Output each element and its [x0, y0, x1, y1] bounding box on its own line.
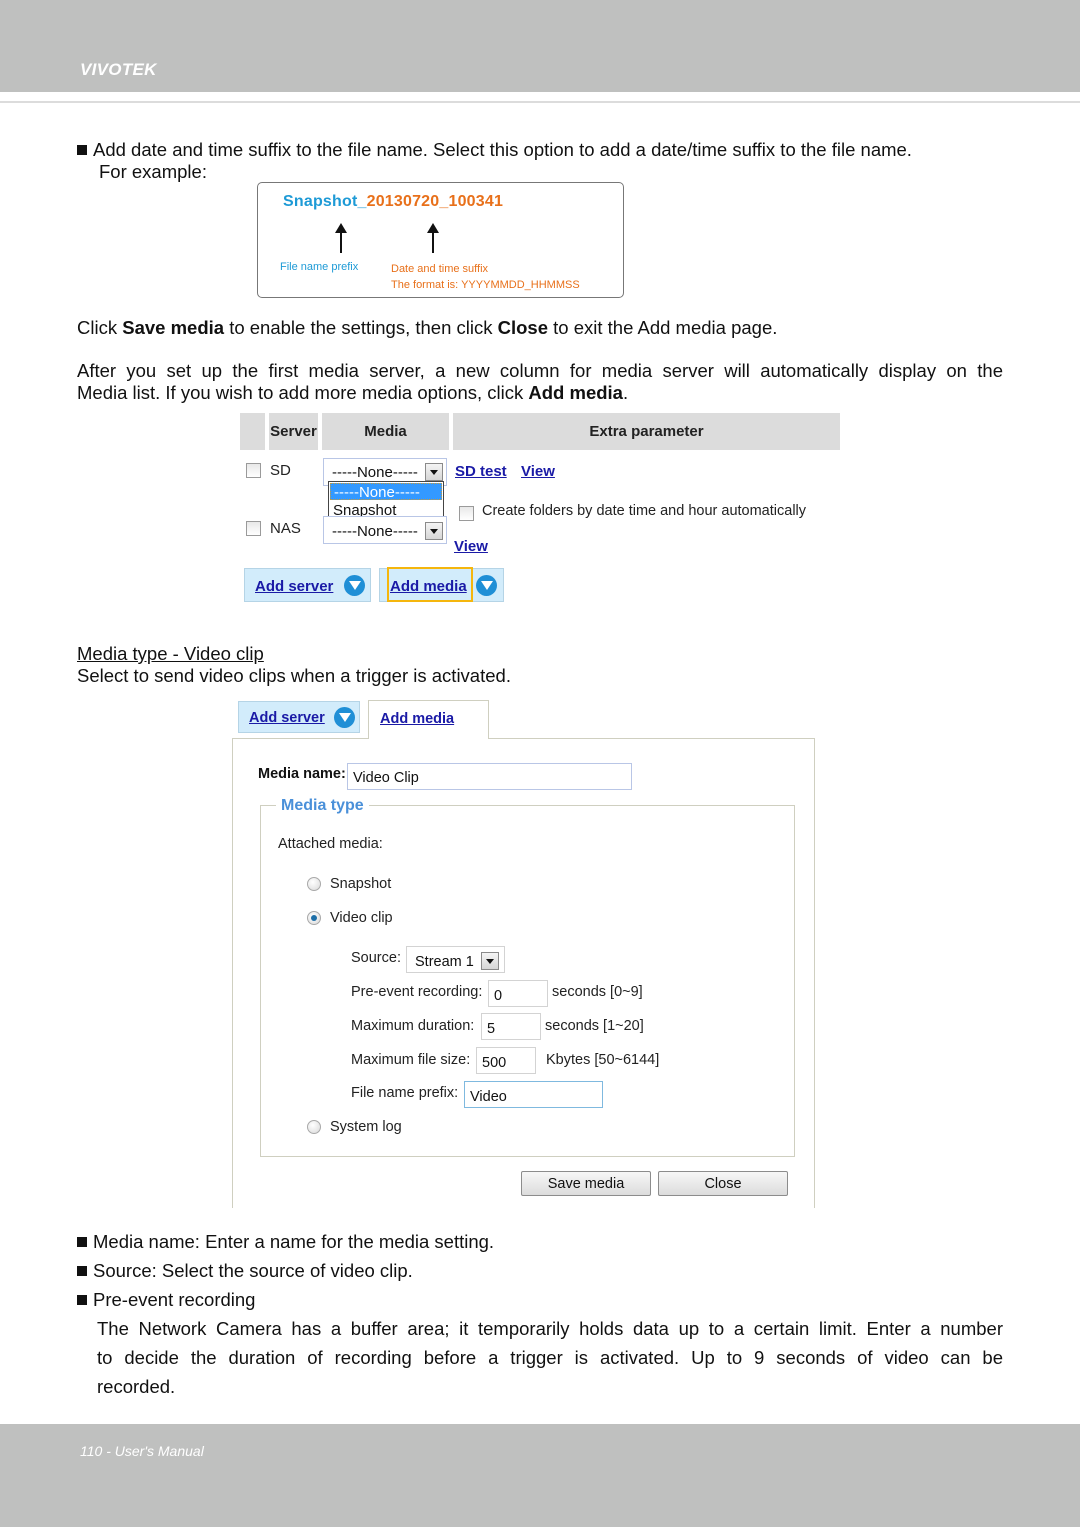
media-type-legend: Media type	[276, 797, 369, 815]
pre-event-label: Pre-event recording:	[351, 984, 483, 1000]
max-file-size-label: Maximum file size:	[351, 1052, 471, 1068]
create-folders-label: Create folders by date time and hour aut…	[482, 503, 807, 519]
pre-event-unit: seconds [0~9]	[552, 984, 643, 1000]
radio-video-clip-label: Video clip	[330, 910, 393, 926]
bullet-icon	[77, 1237, 87, 1247]
nas-media-select[interactable]: -----None-----	[323, 516, 447, 544]
save-media-button[interactable]: Save media	[521, 1171, 651, 1196]
pre-event-para-line3: recorded.	[97, 1376, 176, 1397]
add-media-highlight	[387, 567, 473, 602]
after-setup-line2: Media list. If you wish to add more medi…	[77, 382, 629, 403]
max-duration-input[interactable]: 5	[481, 1013, 541, 1040]
header-divider	[0, 101, 1080, 103]
note-source: Source: Select the source of video clip.	[77, 1260, 413, 1282]
sd-checkbox[interactable]	[246, 463, 261, 478]
section-title: Media type - Video clip	[77, 643, 264, 664]
chevron-down-icon[interactable]	[425, 522, 443, 540]
column-header-select	[240, 413, 265, 450]
pre-event-para-line1: The Network Camera has a buffer area; it…	[97, 1318, 1003, 1339]
file-name-prefix-label: File name prefix:	[351, 1085, 459, 1101]
max-file-size-unit: Kbytes [50~6144]	[546, 1052, 660, 1068]
sd-view-link[interactable]: View	[521, 463, 555, 480]
pre-event-para-line2: to decide the duration of recording befo…	[97, 1347, 1003, 1368]
intro-bullet: Add date and time suffix to the file nam…	[77, 139, 1007, 161]
bullet-icon	[77, 1266, 87, 1276]
note-pre-event: Pre-event recording	[77, 1289, 255, 1311]
prefix-label: File name prefix	[280, 261, 359, 273]
chevron-down-circle-icon[interactable]	[344, 575, 365, 596]
media-dropdown-list[interactable]: -----None----- Snapshot	[328, 481, 444, 520]
close-button[interactable]: Close	[658, 1171, 788, 1196]
nas-view-link[interactable]: View	[454, 538, 488, 555]
add-server-button[interactable]: Add server	[244, 568, 371, 602]
attached-media-label: Attached media:	[278, 836, 383, 852]
max-duration-label: Maximum duration:	[351, 1018, 475, 1034]
filename-example-box: Snapshot_20130720_100341 File name prefi…	[257, 182, 624, 298]
arrow-up-icon	[335, 223, 347, 253]
after-setup-line1: After you set up the first media server,…	[77, 360, 1003, 381]
chevron-down-circle-icon[interactable]	[476, 575, 497, 596]
source-select[interactable]: Stream 1	[406, 946, 505, 973]
chevron-down-circle-icon[interactable]	[334, 707, 355, 728]
bullet-icon	[77, 145, 87, 155]
media-name-input[interactable]: Video Clip	[347, 763, 632, 790]
arrow-up-icon	[427, 223, 439, 253]
section-description: Select to send video clips when a trigge…	[77, 665, 511, 686]
radio-snapshot[interactable]	[307, 877, 321, 891]
page-header	[0, 0, 1080, 92]
brand-logo: VIVOTEK	[80, 60, 157, 79]
add-server-tab[interactable]: Add server	[238, 701, 360, 733]
sd-test-link[interactable]: SD test	[455, 463, 507, 480]
example-suffix: 20130720_100341	[366, 193, 504, 210]
nas-checkbox[interactable]	[246, 521, 261, 536]
suffix-label: Date and time suffix The format is: YYYY…	[391, 263, 580, 291]
source-label: Source:	[351, 950, 401, 966]
server-name-sd: SD	[270, 462, 291, 479]
for-example-label: For example:	[99, 161, 207, 182]
example-prefix: Snapshot_	[283, 193, 367, 210]
column-header-server: Server	[269, 413, 318, 450]
max-file-size-input[interactable]: 500	[476, 1047, 536, 1074]
note-media-name: Media name: Enter a name for the media s…	[77, 1231, 494, 1253]
example-filename: Snapshot_20130720_100341	[283, 193, 503, 211]
radio-snapshot-label: Snapshot	[330, 876, 392, 892]
radio-video-clip[interactable]	[307, 911, 321, 925]
bullet-icon	[77, 1295, 87, 1305]
dropdown-option-none[interactable]: -----None-----	[330, 483, 442, 501]
column-header-media: Media	[322, 413, 449, 450]
add-media-tab[interactable]: Add media	[368, 700, 489, 739]
page-number: 110 - User's Manual	[80, 1443, 204, 1459]
create-folders-checkbox[interactable]	[459, 506, 474, 521]
chevron-down-icon[interactable]	[481, 952, 499, 970]
media-name-label: Media name:	[258, 766, 346, 782]
pre-event-input[interactable]: 0	[488, 980, 548, 1007]
chevron-down-icon[interactable]	[425, 463, 443, 481]
file-name-prefix-input[interactable]: Video	[464, 1081, 603, 1108]
radio-system-log-label: System log	[330, 1119, 402, 1135]
page-footer	[0, 1424, 1080, 1527]
server-name-nas: NAS	[270, 520, 301, 537]
column-header-extra-parameter: Extra parameter	[453, 413, 840, 450]
max-duration-unit: seconds [1~20]	[545, 1018, 644, 1034]
radio-system-log[interactable]	[307, 1120, 321, 1134]
save-instructions: Click Save media to enable the settings,…	[77, 317, 778, 338]
